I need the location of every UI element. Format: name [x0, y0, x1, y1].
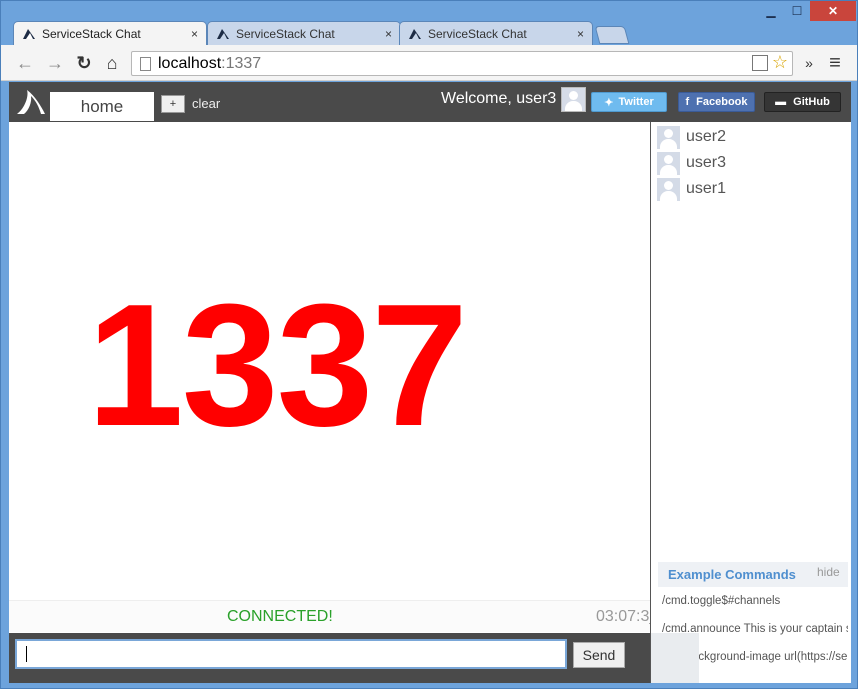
browser-tab[interactable]: ServiceStack Chat ×: [207, 21, 401, 45]
avatar: [657, 151, 680, 175]
avatar: [657, 125, 680, 149]
servicestack-logo-icon: [23, 28, 35, 39]
hide-commands-link[interactable]: hide: [817, 565, 840, 579]
tab-close-icon[interactable]: ×: [577, 27, 584, 41]
sidebar-footer: [651, 633, 699, 683]
bookmark-star-icon[interactable]: ☆: [772, 52, 788, 73]
reader-mode-icon[interactable]: [752, 55, 768, 71]
twitter-button[interactable]: ✦ Twitter: [591, 92, 667, 112]
extensions-overflow-icon[interactable]: »: [799, 53, 819, 73]
servicestack-logo-icon: [409, 28, 421, 39]
facebook-label: Facebook: [696, 96, 748, 108]
url-host: localhost: [158, 54, 222, 72]
user-list-item[interactable]: user1: [657, 177, 726, 201]
servicestack-logo-icon: [217, 28, 229, 39]
forward-arrow-icon[interactable]: →: [45, 53, 65, 73]
add-channel-button[interactable]: +: [161, 95, 185, 113]
avatar: [561, 87, 586, 112]
browser-tab[interactable]: ServiceStack Chat ×: [399, 21, 593, 45]
address-bar[interactable]: localhost:1337 ☆: [131, 51, 793, 76]
message-input-bar: Send: [9, 633, 650, 683]
user-list-item[interactable]: user3: [657, 151, 726, 175]
send-button[interactable]: Send: [573, 642, 625, 668]
welcome-text: Welcome, user3: [441, 90, 557, 107]
user-list-item[interactable]: user2: [657, 125, 726, 149]
github-label: GitHub: [793, 96, 830, 108]
example-command[interactable]: /cmd.toggle$#channels: [662, 595, 848, 607]
channel-tab-home[interactable]: home: [50, 92, 154, 121]
home-icon[interactable]: ⌂: [102, 53, 122, 73]
url-port: :1337: [221, 54, 262, 72]
minimize-button[interactable]: ▁: [758, 1, 784, 21]
tab-title: ServiceStack Chat: [42, 26, 141, 41]
servicestack-logo-icon: [17, 90, 45, 114]
tab-title: ServiceStack Chat: [236, 26, 335, 41]
github-button[interactable]: ▬ GitHub: [764, 92, 841, 112]
avatar: [657, 177, 680, 201]
browser-window: ▁ ☐ ✕ ServiceStack Chat × ServiceStack C…: [0, 0, 858, 689]
page-icon: [140, 57, 151, 71]
chat-header: home + clear Welcome, user3 ✦ Twitter f Fa…: [9, 82, 851, 122]
browser-toolbar: ← → ↻ ⌂ localhost:1337 ☆ » ≡: [1, 45, 857, 81]
back-arrow-icon[interactable]: ←: [15, 53, 35, 73]
message-input[interactable]: [15, 639, 567, 669]
browser-tab-active[interactable]: ServiceStack Chat ×: [13, 21, 207, 45]
users-sidebar: user2 user3 user1 Example Commands hide …: [650, 122, 851, 683]
announcement-text: 1337: [87, 267, 468, 462]
reload-icon[interactable]: ↻: [74, 53, 94, 73]
facebook-button[interactable]: f Facebook: [678, 92, 755, 112]
text-caret: [26, 646, 27, 662]
user-name: user2: [686, 128, 727, 145]
user-name: user1: [686, 180, 727, 197]
tab-close-icon[interactable]: ×: [191, 27, 198, 41]
maximize-button[interactable]: ☐: [784, 1, 810, 21]
github-icon: ▬: [775, 96, 787, 108]
twitter-icon: ✦: [604, 96, 614, 109]
tab-title: ServiceStack Chat: [428, 26, 527, 41]
new-tab-button[interactable]: [594, 26, 630, 44]
user-name: user3: [686, 154, 727, 171]
status-row: CONNECTED! 03:07:3_ AM: [9, 600, 686, 632]
twitter-label: Twitter: [618, 96, 654, 108]
menu-icon[interactable]: ≡: [825, 52, 845, 74]
chat-messages-area: 1337 CONNECTED! 03:07:3_ AM: [9, 122, 686, 633]
clear-link[interactable]: clear: [192, 96, 220, 111]
close-window-button[interactable]: ✕: [810, 1, 856, 21]
connection-status: CONNECTED!: [227, 608, 333, 625]
facebook-icon: f: [685, 96, 690, 108]
tab-close-icon[interactable]: ×: [385, 27, 392, 41]
